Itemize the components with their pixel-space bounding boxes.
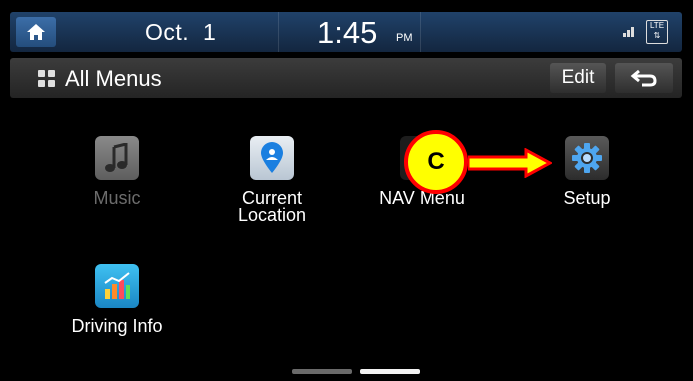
menu-item-music[interactable]: Music: [72, 136, 162, 207]
menu-header: All Menus Edit: [10, 58, 682, 98]
time-display: 1:45: [317, 15, 378, 50]
back-button[interactable]: [615, 63, 673, 93]
signal-icon: [623, 25, 639, 40]
location-pin-icon: [250, 136, 294, 180]
head-unit-screen: Oct. 1 1:45 PM LTE ⇅ All Menus Edit Musi…: [0, 0, 693, 381]
menu-item-label: Driving Info: [71, 316, 163, 336]
date-display: Oct. 1: [145, 19, 217, 45]
gear-icon: [565, 136, 609, 180]
callout-badge: C: [404, 130, 468, 194]
page-indicator-1: [292, 369, 352, 374]
lte-badge: LTE ⇅: [646, 20, 668, 44]
music-icon: [95, 136, 139, 180]
status-bar: Oct. 1 1:45 PM LTE ⇅: [10, 12, 682, 52]
menu-item-setup[interactable]: Setup: [542, 136, 632, 207]
edit-button[interactable]: Edit: [550, 63, 606, 93]
bar-chart-icon: [95, 264, 139, 308]
callout-arrow-icon: [468, 148, 552, 178]
home-icon: [27, 24, 45, 40]
menu-item-driving-info[interactable]: Driving Info: [57, 264, 177, 335]
page-title: All Menus: [65, 66, 162, 91]
menu-item-label: Setup: [563, 188, 611, 208]
back-arrow-icon: [630, 69, 657, 87]
page-indicator-2: [360, 369, 420, 374]
menu-item-label: Music: [93, 188, 141, 208]
menu-item-label: Current Location: [237, 188, 307, 225]
ampm-indicator: PM: [396, 32, 413, 44]
menu-item-label: NAV Menu: [379, 188, 465, 208]
grid-icon: [38, 70, 56, 88]
home-button[interactable]: [16, 17, 56, 47]
menu-item-current-location[interactable]: Current Location: [227, 136, 317, 224]
